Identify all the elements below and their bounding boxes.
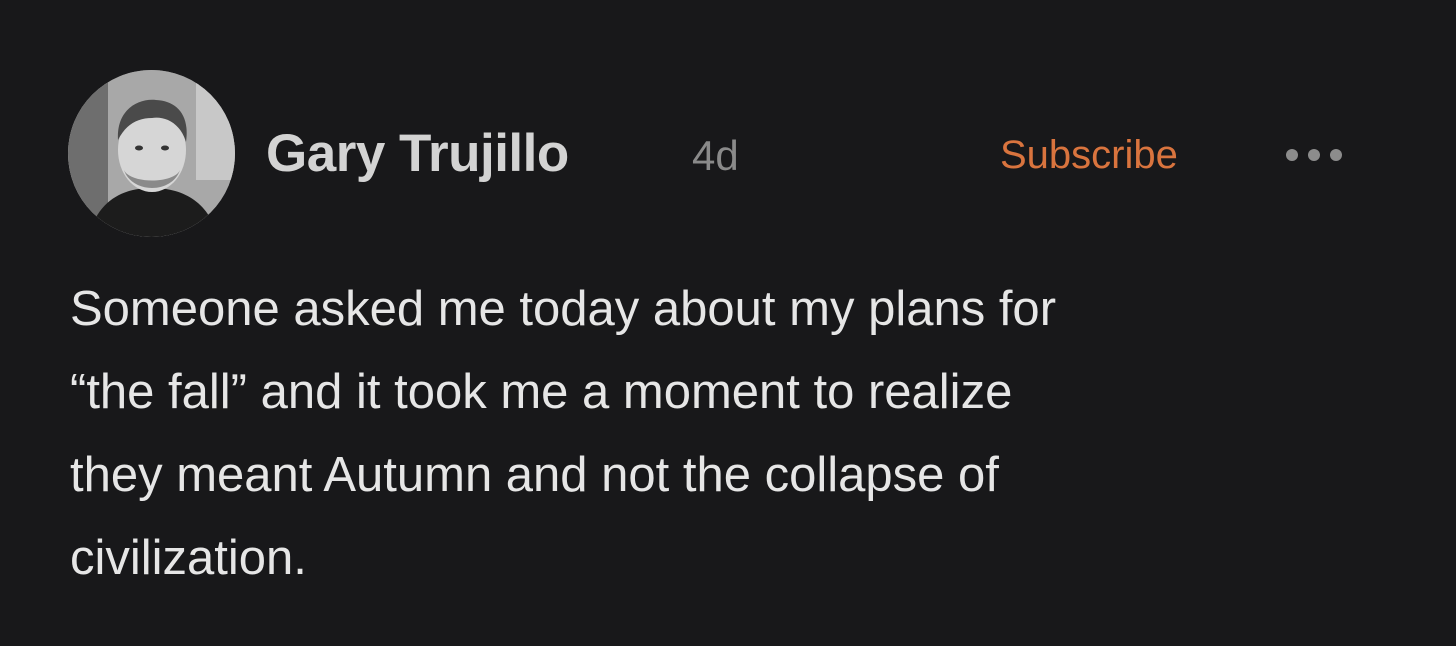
more-options-icon[interactable] xyxy=(1286,144,1352,164)
subscribe-button[interactable]: Subscribe xyxy=(1000,131,1178,179)
dot xyxy=(1286,149,1298,161)
post-timestamp: 4d xyxy=(692,132,739,179)
dot xyxy=(1330,149,1342,161)
author-name[interactable]: Gary Trujillo xyxy=(266,123,569,185)
user-photo-icon xyxy=(68,70,235,237)
post-body: Someone asked me today about my plans fo… xyxy=(70,282,1057,585)
avatar[interactable] xyxy=(68,70,235,237)
dot xyxy=(1308,149,1320,161)
post-card: Gary Trujillo 4d Subscribe Someone asked… xyxy=(0,0,1456,646)
